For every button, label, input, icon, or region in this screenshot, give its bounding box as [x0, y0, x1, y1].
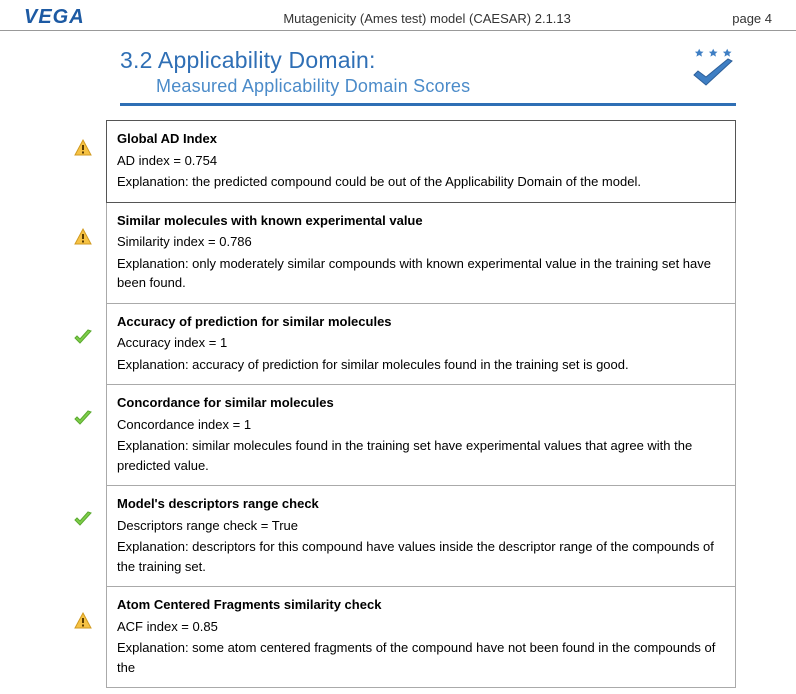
svg-text:VEGA: VEGA	[24, 6, 85, 28]
ad-item-explanation: Explanation: the predicted compound coul…	[117, 172, 725, 192]
checkmark-icon	[72, 328, 94, 348]
ad-item-acf: Atom Centered Fragments similarity check…	[60, 593, 736, 694]
checkmark-icon	[72, 510, 94, 530]
reliability-badge	[688, 47, 736, 91]
status-icon-cell	[60, 593, 106, 631]
page-header: VEGA Mutagenicity (Ames test) model (CAE…	[0, 0, 796, 31]
page-number: page 4	[732, 11, 772, 28]
ad-item-box: Concordance for similar molecules Concor…	[106, 385, 736, 486]
ad-item-value: Concordance index = 1	[117, 415, 725, 435]
section-subtitle: Measured Applicability Domain Scores	[156, 76, 736, 97]
ad-item-box: Atom Centered Fragments similarity check…	[106, 587, 736, 688]
ad-item-value: ACF index = 0.85	[117, 617, 725, 637]
warning-icon	[73, 227, 93, 247]
star-icon	[695, 49, 732, 57]
status-icon-cell	[60, 209, 106, 247]
ad-item-title: Concordance for similar molecules	[117, 393, 725, 413]
ad-item-title: Model's descriptors range check	[117, 494, 725, 514]
ad-item-title: Similar molecules with known experimenta…	[117, 211, 725, 231]
ad-item-box: Similar molecules with known experimenta…	[106, 203, 736, 304]
ad-item-title: Global AD Index	[117, 129, 725, 149]
ad-scores-list: Global AD Index AD index = 0.754 Explana…	[60, 120, 736, 694]
status-icon-cell	[60, 120, 106, 158]
warning-icon	[73, 611, 93, 631]
ad-item-value: Descriptors range check = True	[117, 516, 725, 536]
model-title: Mutagenicity (Ames test) model (CAESAR) …	[122, 11, 732, 28]
ad-item-box: Model's descriptors range check Descript…	[106, 486, 736, 587]
ad-item-box: Accuracy of prediction for similar molec…	[106, 304, 736, 386]
ad-item-value: Accuracy index = 1	[117, 333, 725, 353]
checkmark-icon	[72, 409, 94, 429]
ad-item-explanation: Explanation: only moderately similar com…	[117, 254, 725, 293]
ad-item-title: Accuracy of prediction for similar molec…	[117, 312, 725, 332]
status-icon-cell	[60, 391, 106, 429]
status-icon-cell	[60, 310, 106, 348]
section-number: 3.2	[120, 47, 153, 73]
checkmark-big-icon	[694, 59, 732, 85]
section-heading: 3.2 Applicability Domain: Measured Appli…	[120, 47, 736, 106]
status-icon-cell	[60, 492, 106, 530]
ad-item-value: AD index = 0.754	[117, 151, 725, 171]
ad-item-concordance: Concordance for similar molecules Concor…	[60, 391, 736, 492]
section-title-text: Applicability Domain:	[158, 47, 376, 73]
ad-item-explanation: Explanation: accuracy of prediction for …	[117, 355, 725, 375]
ad-item-value: Similarity index = 0.786	[117, 232, 725, 252]
vega-logo: VEGA	[24, 6, 110, 28]
ad-item-global: Global AD Index AD index = 0.754 Explana…	[60, 120, 736, 209]
ad-item-explanation: Explanation: some atom centered fragment…	[117, 638, 725, 677]
ad-item-accuracy: Accuracy of prediction for similar molec…	[60, 310, 736, 392]
ad-item-descriptors: Model's descriptors range check Descript…	[60, 492, 736, 593]
ad-item-explanation: Explanation: descriptors for this compou…	[117, 537, 725, 576]
ad-item-similar: Similar molecules with known experimenta…	[60, 209, 736, 310]
ad-item-explanation: Explanation: similar molecules found in …	[117, 436, 725, 475]
warning-icon	[73, 138, 93, 158]
section-title: 3.2 Applicability Domain:	[120, 47, 736, 74]
ad-item-box: Global AD Index AD index = 0.754 Explana…	[106, 120, 736, 203]
